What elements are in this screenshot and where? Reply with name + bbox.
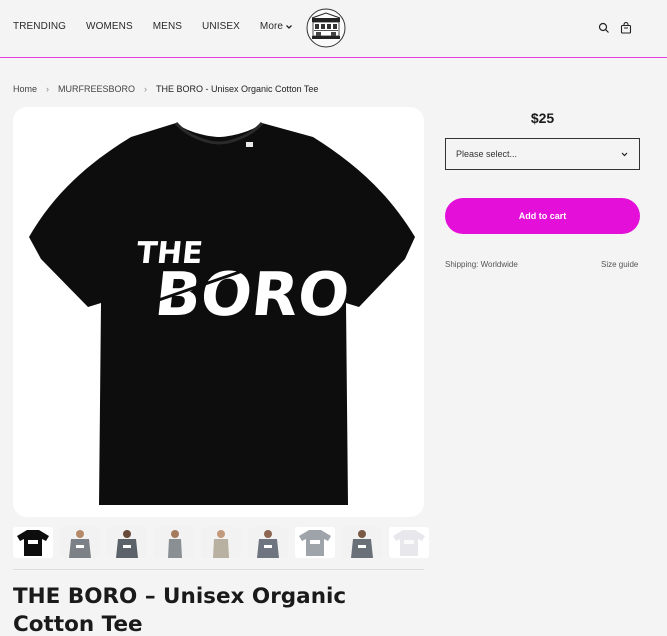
add-to-cart-button[interactable]: Add to cart — [445, 198, 640, 234]
breadcrumb-category[interactable]: MURFREESBORO — [58, 84, 135, 94]
cart-icon[interactable] — [620, 21, 632, 34]
shipping-info: Shipping: Worldwide — [445, 260, 518, 269]
storefront-logo-icon — [306, 8, 346, 48]
product-price: $25 — [530, 110, 555, 126]
breadcrumb-home[interactable]: Home — [13, 84, 37, 94]
nav-more-label: More — [259, 21, 284, 32]
thumbnail-strip — [13, 527, 429, 558]
nav-womens[interactable]: WOMENS — [86, 21, 133, 32]
main-nav: TRENDING WOMENS MENS UNISEX More — [13, 21, 313, 32]
chevron-down-icon — [621, 152, 628, 156]
size-select-value: Please select... — [456, 149, 518, 159]
site-logo[interactable] — [306, 8, 346, 48]
tshirt-image: THE BORO — [29, 121, 415, 505]
nav-unisex[interactable]: UNISEX — [202, 21, 240, 32]
site-header: TRENDING WOMENS MENS UNISEX More — [0, 0, 667, 58]
nav-trending[interactable]: TRENDING — [13, 21, 66, 32]
breadcrumb-current: THE BORO - Unisex Organic Cotton Tee — [156, 84, 319, 94]
chevron-down-icon — [286, 24, 293, 29]
thumbnail[interactable] — [248, 527, 288, 558]
product-main-image[interactable]: THE BORO — [13, 107, 424, 517]
nav-mens[interactable]: MENS — [153, 21, 182, 32]
thumbnail[interactable] — [13, 527, 53, 558]
breadcrumb-separator-icon: › — [46, 84, 50, 94]
search-icon[interactable] — [598, 21, 610, 33]
print-text-boro: BORO — [152, 260, 353, 330]
thumbnail[interactable] — [60, 527, 100, 558]
thumbnail[interactable] — [107, 527, 147, 558]
thumbnail[interactable] — [342, 527, 382, 558]
thumbnail[interactable] — [389, 527, 429, 558]
breadcrumb-separator-icon: › — [144, 84, 148, 94]
size-select[interactable]: Please select... — [445, 138, 640, 170]
thumbnail[interactable] — [154, 527, 194, 558]
thumbnail[interactable] — [295, 527, 335, 558]
thumbnail[interactable] — [201, 527, 241, 558]
divider — [13, 569, 424, 570]
breadcrumb: Home › MURFREESBORO › THE BORO - Unisex … — [13, 84, 318, 94]
header-actions — [598, 21, 632, 34]
size-guide-link[interactable]: Size guide — [601, 260, 638, 269]
nav-more[interactable]: More — [260, 21, 293, 32]
product-title: THE BORO – Unisex Organic Cotton Tee — [13, 584, 347, 636]
